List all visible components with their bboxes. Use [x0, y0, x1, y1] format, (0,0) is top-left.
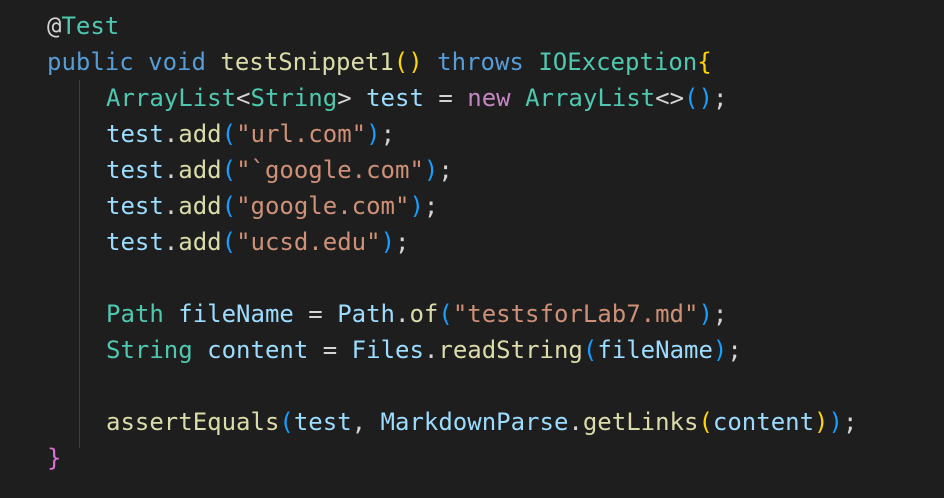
code-line-closing-brace: }: [47, 440, 61, 476]
variable-test: test: [106, 192, 164, 220]
code-line-add: test.add("url.com");: [106, 120, 396, 148]
code-line-add: test.add("ucsd.edu");: [106, 228, 410, 256]
string-literal: "url.com": [236, 120, 367, 148]
method-add: add: [178, 156, 222, 184]
string-literal: "google.com": [236, 192, 410, 220]
exception-type: IOException: [538, 48, 698, 76]
variable-content: content: [207, 336, 309, 364]
annotation-name: Test: [61, 12, 120, 40]
method-getlinks: getLinks: [582, 408, 699, 436]
keyword-void: void: [148, 48, 206, 76]
paren: (): [393, 48, 423, 76]
method-readstring: readString: [438, 336, 583, 364]
code-line-path-decl: Path fileName = Path.of("testsforLab7.md…: [106, 300, 728, 328]
class-markdownparse: MarkdownParse: [380, 408, 569, 436]
keyword-public: public: [47, 48, 134, 76]
string-literal: "ucsd.edu": [236, 228, 381, 256]
code-line-add: test.add("`google.com");: [106, 156, 453, 184]
class-path: Path: [337, 300, 395, 328]
variable-test: test: [106, 156, 164, 184]
method-add: add: [178, 120, 222, 148]
string-literal: "`google.com": [236, 156, 424, 184]
annotation-at: @: [47, 12, 62, 40]
variable-filename: fileName: [178, 300, 294, 328]
code-line-assert: assertEquals(test, MarkdownParse.getLink…: [106, 408, 858, 436]
constructor-arraylist: ArrayList: [525, 84, 656, 112]
variable-test: test: [106, 120, 164, 148]
code-line-list-decl: ArrayList<String> test = new ArrayList<>…: [106, 84, 728, 112]
code-line-add: test.add("google.com");: [106, 192, 439, 220]
keyword-new: new: [467, 84, 511, 112]
close-brace: }: [47, 444, 62, 472]
method-name: testSnippet1: [220, 48, 394, 76]
method-add: add: [178, 192, 222, 220]
variable-test: test: [366, 84, 424, 112]
argument-test: test: [293, 408, 352, 436]
variable-test: test: [106, 228, 164, 256]
type-string: String: [250, 84, 338, 112]
open-brace: {: [697, 48, 712, 76]
method-of: of: [409, 300, 439, 328]
type-string: String: [106, 336, 193, 364]
argument-filename: fileName: [597, 336, 713, 364]
argument-content: content: [712, 408, 815, 436]
code-editor[interactable]: @Test public void testSnippet1() throws …: [0, 0, 944, 498]
string-literal: "testsforLab7.md": [452, 300, 699, 328]
method-add: add: [178, 228, 222, 256]
code-line-content-decl: String content = Files.readString(fileNa…: [106, 336, 742, 364]
indent-guide: [79, 80, 80, 448]
class-files: Files: [351, 336, 424, 364]
code-line-annotation: @Test: [47, 8, 119, 44]
keyword-throws: throws: [437, 48, 524, 76]
code-line-signature: public void testSnippet1() throws IOExce…: [47, 44, 712, 80]
function-assertequals: assertEquals: [106, 408, 280, 436]
type-path: Path: [106, 300, 164, 328]
type-arraylist: ArrayList: [106, 84, 237, 112]
